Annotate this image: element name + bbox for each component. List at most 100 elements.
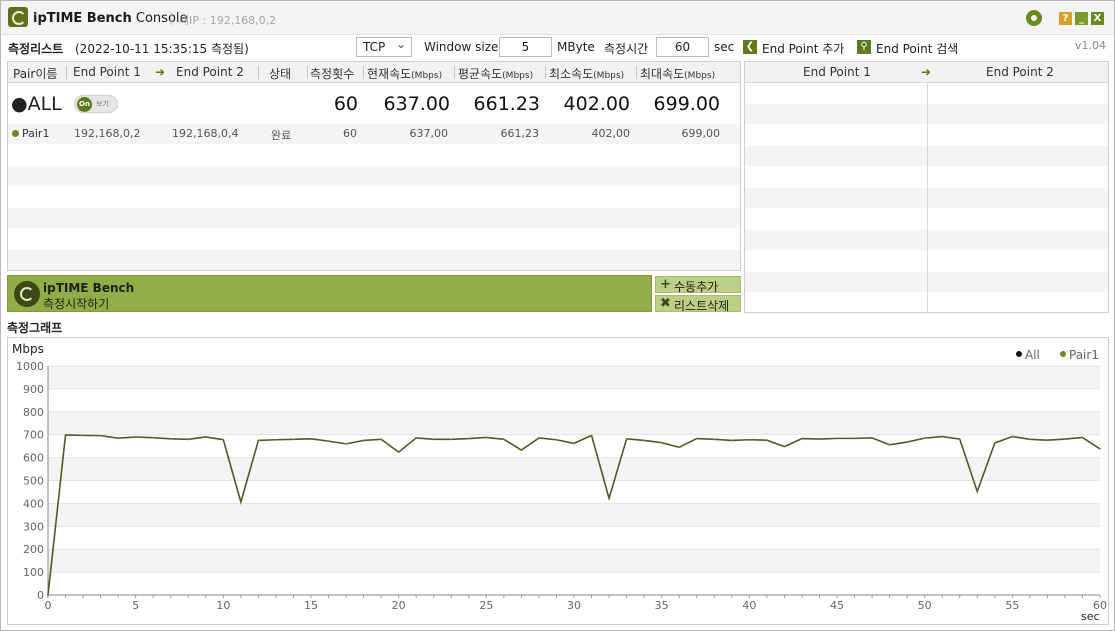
grid-band: [48, 457, 1100, 481]
data-point: [573, 442, 575, 445]
minimize-button[interactable]: _: [1075, 11, 1088, 25]
add-manual-button[interactable]: + 수동추가: [655, 276, 741, 294]
app-logo-icon: [8, 7, 28, 27]
all-row-name-text: ALL: [27, 93, 62, 115]
view-toggle[interactable]: On 보기: [74, 95, 118, 113]
close-button[interactable]: X: [1091, 11, 1104, 25]
help-button[interactable]: ?: [1059, 11, 1072, 25]
data-point: [695, 437, 698, 440]
data-point: [47, 594, 49, 596]
data-point: [625, 437, 628, 440]
list-title-text: 측정리스트: [8, 42, 64, 56]
data-point: [257, 439, 260, 442]
data-point: [660, 441, 663, 444]
grid-band: [48, 411, 1100, 435]
delete-list-label: 리스트삭제: [674, 299, 730, 313]
x-tick-label: 30: [567, 599, 581, 612]
col-status: 상태: [269, 67, 292, 81]
ep-col-endpoint1: End Point 1: [803, 65, 871, 79]
col-separator: [307, 66, 308, 79]
data-point: [783, 445, 786, 448]
add-endpoint-button[interactable]: End Point 추가: [762, 40, 844, 57]
title-bar: ipTIME Bench Console | 내IP : 192,168,0,2…: [1, 1, 1114, 35]
x-tick-label: 35: [655, 599, 669, 612]
ip-separator: |: [169, 11, 174, 25]
empty-row: [8, 166, 740, 186]
all-summary-row[interactable]: ●ALL On 보기 60 637.00 661.23 402.00 699.0…: [8, 84, 740, 124]
plus-icon: +: [660, 277, 671, 292]
data-point: [590, 434, 593, 437]
col-min-speed: 최소속도(Mbps): [549, 65, 624, 82]
data-point: [1046, 439, 1049, 442]
data-point: [467, 437, 470, 440]
window-size-input[interactable]: 5: [499, 37, 552, 57]
data-point: [275, 438, 277, 441]
measurement-graph: Mbps All Pair1 sec 0 100 200 300 400 500 600 70…: [7, 337, 1109, 625]
protocol-select[interactable]: TCP: [356, 37, 412, 57]
data-point: [643, 439, 646, 442]
version-label: v1.04: [1075, 39, 1107, 52]
data-point: [99, 434, 102, 437]
all-current-speed: 637.00: [383, 93, 450, 115]
measurement-list: Pair이름 End Point 1 ➜ End Point 2 상태 측정횟수…: [7, 61, 741, 271]
toggle-view-label: 보기: [96, 100, 109, 108]
start-measurement-button[interactable]: ipTIME Bench 측정시작하기: [7, 275, 652, 312]
data-point: [1028, 438, 1031, 441]
window-size-unit: MByte: [557, 40, 595, 54]
data-point: [117, 437, 120, 440]
delete-list-button[interactable]: ✖ 리스트삭제: [655, 295, 741, 313]
data-point: [432, 438, 435, 441]
grid-band: [48, 549, 1100, 573]
x-tick-label: 10: [216, 599, 230, 612]
pair-status: 완료: [271, 129, 292, 142]
x-tick-label: 50: [918, 599, 932, 612]
duration-label: 측정시간: [604, 42, 649, 56]
data-point: [765, 439, 768, 442]
all-count: 60: [333, 93, 358, 115]
x-tick-label: 55: [1005, 599, 1019, 612]
x-tick-label: 5: [132, 599, 139, 612]
pair-count: 60: [343, 127, 357, 140]
y-tick-label: 200: [23, 543, 44, 556]
data-point: [169, 437, 172, 440]
data-point: [520, 449, 523, 451]
data-point: [993, 442, 996, 444]
data-point: [1011, 435, 1014, 438]
col-current-speed: 현재속도(Mbps): [367, 65, 442, 82]
list-subtitle: (2022-10-11 15:35:15 측정됨): [75, 42, 249, 56]
data-point: [292, 438, 295, 441]
search-endpoint-icon[interactable]: ⚲: [857, 40, 871, 54]
x-tick-label: 60: [1093, 599, 1107, 612]
col-separator: [363, 66, 364, 79]
data-point: [82, 434, 84, 437]
unit-mbps: (Mbps): [684, 71, 716, 81]
unit-mbps: (Mbps): [411, 71, 443, 81]
x-tick-label: 45: [830, 599, 844, 612]
x-icon: ✖: [660, 296, 671, 311]
data-point: [1099, 447, 1101, 450]
x-tick-label: 20: [392, 599, 406, 612]
data-point: [871, 437, 873, 439]
pair-max-speed: 699,00: [681, 127, 721, 140]
duration-unit: sec: [714, 40, 735, 54]
search-endpoint-button[interactable]: End Point 검색: [876, 40, 958, 57]
data-point: [327, 440, 330, 443]
duration-input[interactable]: 60: [656, 37, 709, 57]
data-point: [836, 437, 838, 440]
y-tick-label: 800: [23, 406, 44, 419]
pair-name-text: Pair1: [22, 127, 50, 140]
data-point: [380, 438, 383, 441]
col-separator: [636, 66, 637, 79]
col-max-speed-label: 최대속도: [640, 67, 685, 81]
y-tick-label: 100: [23, 566, 44, 579]
data-point: [345, 442, 347, 445]
add-endpoint-icon[interactable]: ❮: [743, 40, 757, 54]
empty-row: [8, 208, 740, 228]
y-tick-label: 900: [23, 383, 44, 396]
settings-gear-icon[interactable]: [1026, 10, 1042, 26]
toggle-on-label: On: [77, 97, 92, 112]
table-row[interactable]: Pair1 192,168,0,2 192,168,0,4 완료 60 637,…: [8, 124, 740, 144]
data-point: [134, 436, 137, 438]
x-tick-label: 0: [45, 599, 52, 612]
app-window: ipTIME Bench Console | 내IP : 192,168,0,2…: [0, 0, 1115, 631]
